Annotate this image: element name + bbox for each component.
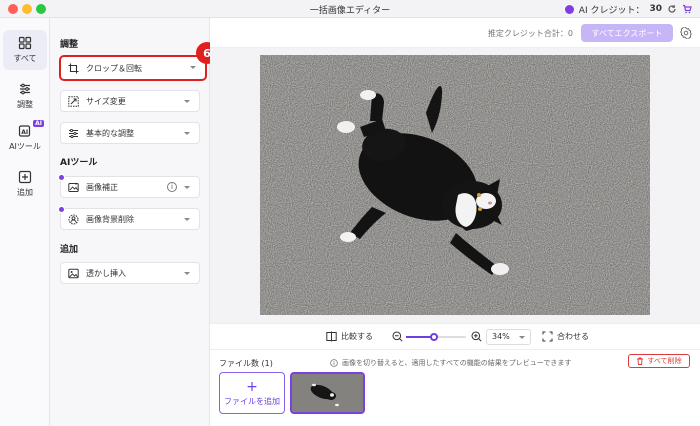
compare-button[interactable]: 比較する [326,331,373,342]
section-title-ai: AIツール [60,158,98,168]
section-title-add: 追加 [60,245,79,255]
zoom-level-value: 34% [492,332,510,341]
refresh-icon[interactable] [667,4,677,14]
chevron-down-icon [184,100,190,103]
file-count: ファイル数 (1) [219,359,273,368]
watermark-tool[interactable]: 透かし挿入 [60,262,200,284]
file-bar: ファイル数 (1) 画像を切り替えると、適用したすべての機能の結果をプレビューで… [210,349,700,426]
gear-icon[interactable] [680,27,692,39]
tool-label: サイズ変更 [86,96,126,106]
fit-button[interactable]: 合わせる [542,331,589,342]
chevron-down-icon [184,218,190,221]
delete-all-button[interactable]: すべて削除 [628,354,690,368]
trash-icon [637,357,644,365]
ai-credit-icon [564,4,574,14]
ai-badge: AI [33,120,44,127]
rail-item-label: AIツール [9,142,41,151]
zoom-level-select[interactable]: 34% [486,329,531,345]
image-enhance-tool[interactable]: 画像補正 i [58,174,200,198]
thumbnail-image [292,374,363,412]
ai-tool-icon: AI [18,125,31,137]
add-file-label: ファイルを追加 [224,396,280,406]
resize-tool[interactable]: サイズ変更 [60,90,200,112]
file-hint: 画像を切り替えると、適用したすべての機能の結果をプレビューできます [330,358,571,368]
file-hint-text: 画像を切り替えると、適用したすべての機能の結果をプレビューできます [342,359,572,367]
fit-label: 合わせる [557,332,589,341]
svg-text:AI: AI [21,129,28,136]
estimated-credits-label: 推定クレジット合計： [487,29,568,38]
rail-item-label: 調整 [17,100,33,109]
add-file-button[interactable]: + ファイルを追加 [219,372,285,414]
delete-all-label: すべて削除 [647,357,682,365]
rail-item-label: すべて [13,54,37,63]
ai-credits-value: 30 [649,4,662,14]
zoom-slider[interactable] [406,333,466,341]
sliders-icon [69,128,78,138]
preview-image [260,55,650,315]
preview-canvas[interactable] [210,48,700,340]
ai-dot-icon [58,206,65,213]
background-remove-icon [68,214,79,224]
main-area: 推定クレジット合計：0 すべてエクスポート 比較する 34% 合わせる ファイル… [210,18,700,426]
chevron-down-icon [184,272,190,275]
main-toolbar: 推定クレジット合計：0 すべてエクスポート [210,18,700,48]
zoom-out-icon[interactable] [392,331,403,342]
basic-adjust-tool[interactable]: 基本的な調整 [60,122,200,144]
crop-rotate-tool[interactable]: クロップ＆回転 [59,55,207,81]
info-icon [330,359,338,367]
rail-item-adjust[interactable]: 調整 [3,76,47,116]
title-bar: 一括画像エディター AI クレジット： 30 [0,0,700,18]
tool-label: クロップ＆回転 [86,63,142,73]
section-title-adjust: 調整 [60,40,79,50]
compare-icon [326,331,337,342]
crop-icon [68,63,79,73]
chevron-down-icon [519,336,525,339]
sliders-icon [20,83,30,95]
tool-panel: 調整 クロップ＆回転 サイズ変更 基本的な調整 AIツール 画像補正 i 画像背… [50,18,210,426]
rail-item-ai-tools[interactable]: AI AI AIツール [3,118,47,158]
ai-credits: AI クレジット： 30 [564,2,692,16]
zoom-in-icon[interactable] [471,331,482,342]
grid-icon [18,36,32,50]
estimated-credits: 推定クレジット合計：0 [488,28,573,39]
enhance-icon [68,182,79,192]
tool-label: 透かし挿入 [86,268,126,278]
zoom-bar: 比較する 34% 合わせる [210,323,700,349]
rail-item-add[interactable]: 追加 [3,164,47,204]
rail-item-label: 追加 [17,188,33,197]
compare-label: 比較する [341,332,373,341]
file-thumbnail[interactable] [290,372,365,414]
tool-label: 基本的な調整 [86,128,134,138]
rail-item-all[interactable]: すべて [3,30,47,70]
tool-label: 画像補正 [86,182,118,192]
zoom-slider-handle[interactable] [430,333,438,341]
export-all-button[interactable]: すべてエクスポート [581,24,673,42]
cart-icon[interactable] [682,4,692,14]
info-icon[interactable]: i [167,182,177,192]
chevron-down-icon [190,66,196,69]
fit-screen-icon [542,331,553,342]
background-remove-tool[interactable]: 画像背景削除 [58,206,200,230]
resize-icon [68,95,79,107]
ai-dot-icon [58,174,65,181]
ai-credits-label: AI クレジット： [578,5,645,16]
chevron-down-icon [184,186,190,189]
watermark-icon [68,268,79,278]
left-rail: すべて 調整 AI AI AIツール 追加 [0,18,50,426]
plus-icon: + [246,378,258,395]
plus-box-icon [18,170,32,184]
tool-label: 画像背景削除 [86,214,134,224]
estimated-credits-value: 0 [567,29,573,38]
chevron-down-icon [184,132,190,135]
